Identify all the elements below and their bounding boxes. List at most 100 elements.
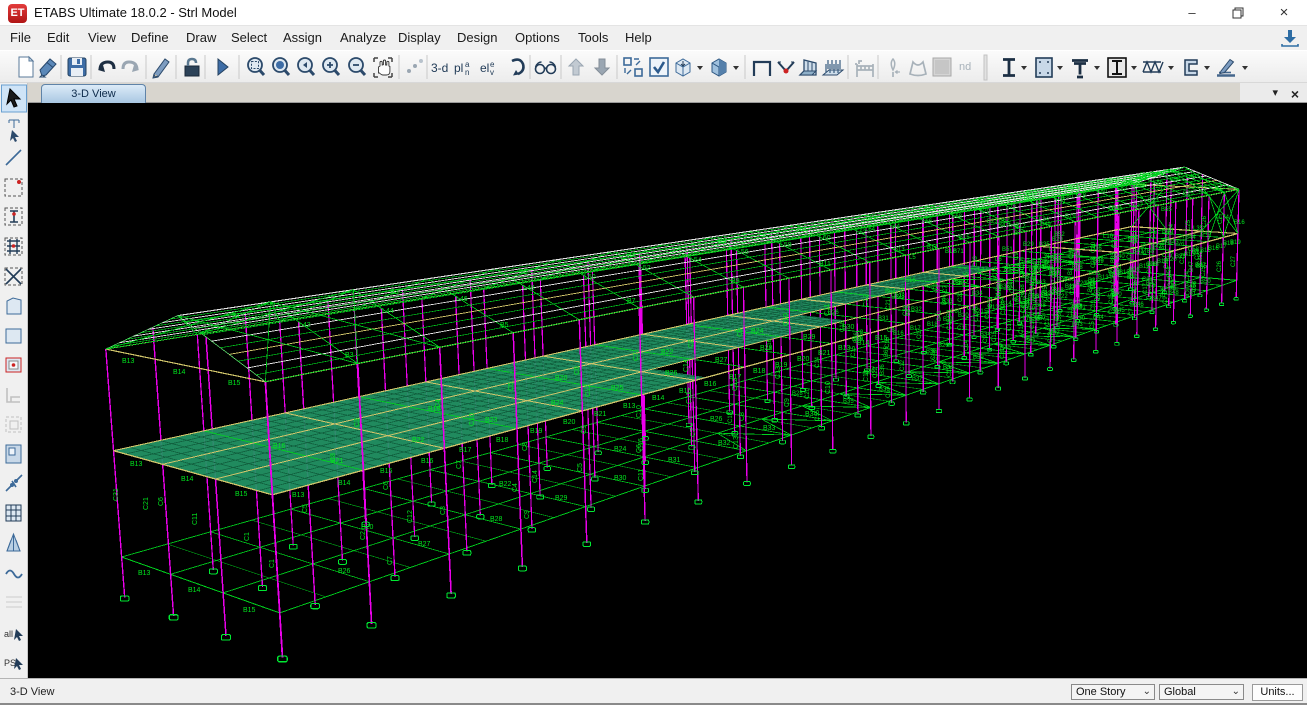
svg-text:B14: B14: [181, 476, 194, 483]
svg-text:C15: C15: [992, 330, 998, 342]
svg-text:C5: C5: [1090, 321, 1096, 329]
svg-text:B25: B25: [1183, 191, 1194, 197]
svg-text:B67: B67: [1035, 316, 1046, 322]
svg-text:B31: B31: [668, 457, 681, 464]
svg-text:B24: B24: [614, 446, 627, 453]
svg-text:C21: C21: [886, 298, 892, 310]
svg-text:B37: B37: [1032, 294, 1043, 300]
svg-text:B35: B35: [843, 399, 854, 405]
svg-text:C17: C17: [1007, 319, 1013, 331]
svg-text:C16: C16: [1019, 322, 1025, 334]
svg-text:B14: B14: [188, 587, 201, 594]
svg-text:C36: C36: [1146, 262, 1158, 268]
svg-text:B21: B21: [594, 411, 607, 418]
svg-text:C8: C8: [887, 328, 895, 334]
svg-text:C22: C22: [873, 366, 879, 378]
svg-text:B29: B29: [555, 495, 568, 502]
svg-text:B3: B3: [345, 352, 354, 359]
svg-text:B51: B51: [1075, 305, 1086, 311]
svg-text:C17: C17: [1045, 314, 1051, 326]
svg-text:C10: C10: [469, 413, 476, 426]
svg-text:B22: B22: [499, 481, 512, 488]
svg-text:B27: B27: [418, 541, 431, 548]
svg-text:C8: C8: [330, 453, 337, 462]
svg-text:C14: C14: [815, 356, 821, 368]
svg-text:B20: B20: [797, 356, 810, 363]
svg-text:B26: B26: [1142, 243, 1148, 254]
svg-text:B24: B24: [751, 328, 764, 335]
svg-text:B39: B39: [973, 355, 984, 361]
svg-text:C12: C12: [732, 378, 739, 391]
svg-text:C23: C23: [1070, 283, 1076, 295]
svg-text:C14: C14: [683, 359, 690, 372]
svg-text:B26: B26: [665, 370, 678, 377]
svg-text:C7: C7: [456, 460, 463, 469]
svg-text:C21: C21: [143, 497, 150, 510]
svg-text:C1: C1: [269, 559, 276, 568]
svg-text:C23: C23: [1048, 331, 1054, 343]
svg-text:B28: B28: [792, 391, 803, 397]
svg-text:B35: B35: [1069, 261, 1080, 267]
svg-text:L51: L51: [1153, 186, 1164, 192]
svg-text:C6: C6: [383, 481, 390, 490]
svg-text:L46: L46: [456, 296, 468, 303]
svg-text:B22: B22: [661, 349, 674, 356]
svg-text:C20: C20: [1091, 241, 1097, 253]
svg-text:C22: C22: [1132, 232, 1138, 244]
svg-text:L82: L82: [1117, 186, 1128, 192]
svg-text:C13: C13: [775, 366, 782, 379]
svg-text:C15: C15: [815, 409, 821, 421]
svg-text:L35: L35: [1193, 226, 1204, 232]
svg-text:C16: C16: [993, 265, 999, 277]
svg-text:C18: C18: [947, 318, 953, 330]
svg-text:B7: B7: [1170, 281, 1176, 289]
svg-text:B21: B21: [1051, 291, 1062, 297]
svg-text:C26: C26: [1217, 260, 1223, 272]
svg-text:B47: B47: [1189, 261, 1195, 272]
svg-text:B16: B16: [893, 331, 904, 337]
svg-text:C9: C9: [737, 328, 744, 337]
svg-text:C29: C29: [1180, 252, 1186, 264]
svg-text:L5: L5: [909, 255, 916, 261]
svg-text:B14: B14: [173, 369, 186, 376]
svg-text:C9: C9: [1014, 252, 1020, 260]
svg-text:C23: C23: [1151, 227, 1157, 239]
svg-text:B1: B1: [232, 313, 241, 320]
svg-text:B13: B13: [1098, 275, 1109, 281]
svg-text:C11: C11: [686, 392, 693, 404]
svg-text:B18: B18: [496, 437, 509, 444]
svg-text:B25: B25: [611, 385, 624, 392]
svg-text:B16: B16: [704, 381, 717, 388]
svg-text:B17: B17: [978, 198, 989, 204]
svg-text:B20: B20: [563, 419, 576, 426]
svg-text:C59: C59: [1043, 289, 1049, 301]
svg-text:C7: C7: [1129, 308, 1135, 316]
svg-text:B15: B15: [380, 468, 393, 475]
svg-text:C11: C11: [638, 469, 645, 481]
svg-text:B55: B55: [1089, 271, 1100, 277]
svg-text:C4: C4: [435, 399, 442, 408]
svg-text:B7: B7: [627, 252, 636, 259]
svg-text:B44: B44: [1093, 315, 1104, 321]
svg-text:pl: pl: [454, 61, 463, 75]
svg-text:B37: B37: [1070, 251, 1081, 257]
svg-text:C23: C23: [1010, 281, 1016, 293]
svg-text:C5: C5: [302, 504, 309, 513]
svg-text:B18: B18: [753, 368, 766, 375]
svg-text:PS: PS: [4, 658, 16, 668]
svg-text:B18: B18: [927, 322, 938, 328]
svg-text:B16: B16: [1234, 220, 1245, 226]
svg-text:B3: B3: [390, 289, 399, 296]
svg-text:C18: C18: [728, 411, 734, 423]
svg-text:L56: L56: [737, 249, 749, 256]
svg-text:C17: C17: [917, 327, 923, 339]
svg-text:B17: B17: [459, 447, 472, 454]
svg-text:L6: L6: [995, 257, 1002, 263]
svg-text:C9: C9: [524, 510, 531, 519]
svg-text:B49: B49: [1040, 222, 1051, 228]
svg-text:C8: C8: [1015, 263, 1021, 271]
svg-text:B64: B64: [885, 289, 896, 295]
svg-text:B13: B13: [292, 492, 305, 499]
svg-text:C61: C61: [1185, 291, 1197, 297]
svg-text:C60: C60: [950, 309, 962, 315]
